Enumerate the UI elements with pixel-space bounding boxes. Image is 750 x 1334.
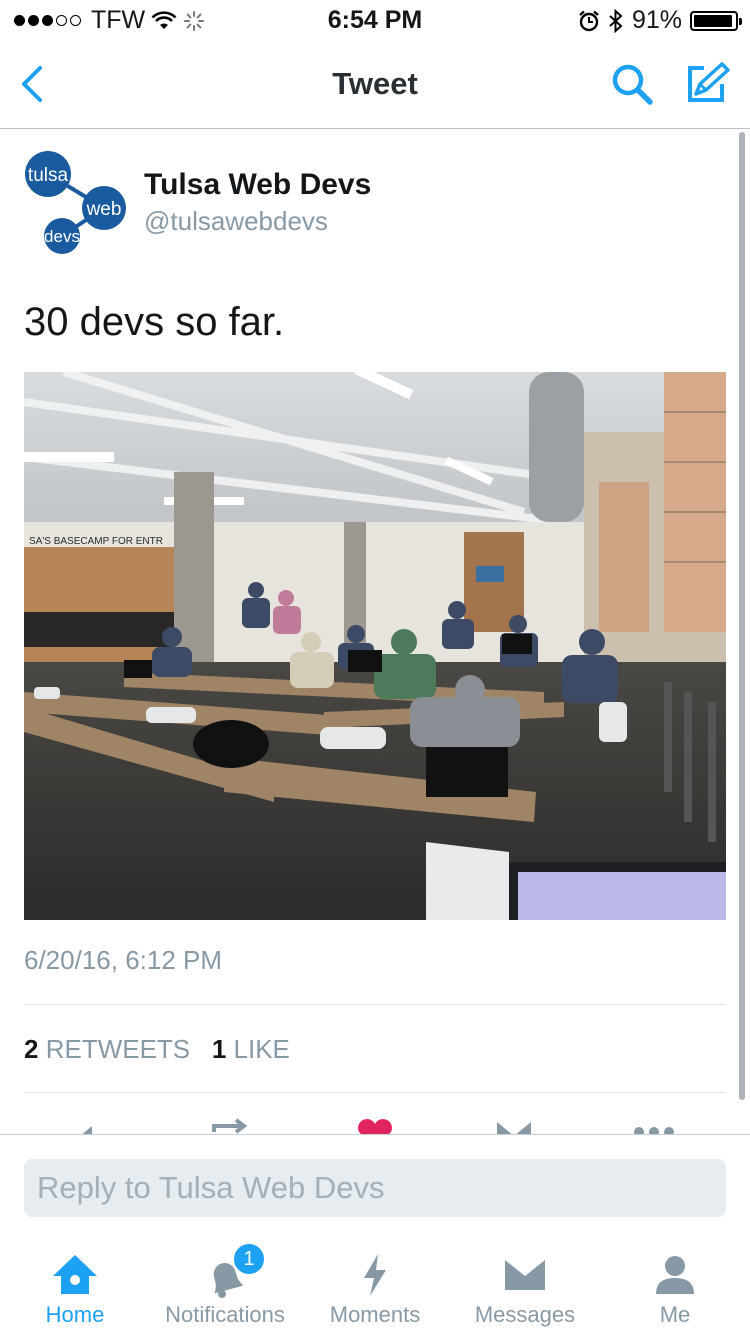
retweet-icon <box>212 1118 248 1134</box>
tab-me[interactable]: Me <box>600 1236 750 1334</box>
divider <box>24 1092 726 1093</box>
likes-count: 1 <box>211 1034 227 1064</box>
author-avatar[interactable]: tulsa web devs <box>24 150 128 254</box>
navigation-bar: Tweet <box>0 40 750 129</box>
tweet-text: 30 devs so far. <box>24 300 285 344</box>
more-button[interactable] <box>632 1118 676 1134</box>
avatar-word-web: web <box>86 199 122 220</box>
tab-moments[interactable]: Moments <box>300 1236 450 1334</box>
heart-icon <box>358 1119 392 1134</box>
retweets-label: RETWEETS <box>45 1034 191 1064</box>
envelope-icon <box>497 1122 531 1134</box>
alarm-icon <box>579 10 599 31</box>
tab-label: Notifications <box>165 1302 285 1327</box>
tweet-photo[interactable]: SA'S BASECAMP FOR ENTR <box>24 372 726 920</box>
battery-icon <box>690 10 742 31</box>
likes-stat[interactable]: 1 LIKE <box>212 1034 290 1064</box>
reply-input[interactable] <box>24 1159 726 1217</box>
reply-arrow-icon <box>82 1126 92 1134</box>
tweet-actions <box>0 1100 750 1134</box>
search-button[interactable] <box>608 60 658 110</box>
photo-wall-sign: SA'S BASECAMP FOR ENTR <box>29 536 163 547</box>
tab-notifications[interactable]: 1 Notifications <box>150 1236 300 1334</box>
status-bar: TFW 6:54 PM 91% <box>0 0 750 40</box>
author-handle[interactable]: @tulsawebdevs <box>144 206 328 237</box>
tweet-timestamp: 6/20/16, 6:12 PM <box>24 945 223 975</box>
scrollbar[interactable] <box>739 132 745 1100</box>
tab-messages[interactable]: Messages <box>450 1236 600 1334</box>
home-icon <box>53 1255 97 1294</box>
envelope-icon <box>505 1260 545 1290</box>
tweet-stats: 2 RETWEETS 1 LIKE <box>24 1034 290 1065</box>
reply-bar <box>0 1134 750 1237</box>
direct-message-button[interactable] <box>494 1118 534 1134</box>
author-name[interactable]: Tulsa Web Devs <box>144 168 371 202</box>
tab-label: Moments <box>329 1302 421 1327</box>
tab-label: Me <box>659 1302 691 1327</box>
avatar-word-devs: devs <box>44 227 80 246</box>
tab-label: Home <box>45 1302 105 1327</box>
avatar-word-tulsa: tulsa <box>28 165 69 186</box>
bluetooth-icon <box>609 8 623 33</box>
person-icon <box>656 1256 694 1294</box>
lightning-icon <box>364 1254 386 1296</box>
reply-box[interactable] <box>24 1159 726 1217</box>
more-dots-icon <box>634 1127 674 1134</box>
meetup-room-photo: SA'S BASECAMP FOR ENTR <box>24 372 726 920</box>
tab-bar: Home 1 Notifications Moments Messages Me <box>0 1236 750 1334</box>
reply-button[interactable] <box>72 1118 112 1134</box>
tab-home[interactable]: Home <box>0 1236 150 1334</box>
tulsa-web-devs-logo: tulsa web devs <box>25 151 126 254</box>
retweets-stat[interactable]: 2 RETWEETS <box>24 1034 190 1064</box>
retweets-count: 2 <box>24 1034 39 1064</box>
battery-percent: 91% <box>631 6 682 34</box>
compose-icon <box>688 62 730 102</box>
like-button[interactable] <box>355 1118 395 1134</box>
compose-button[interactable] <box>682 58 732 108</box>
divider <box>24 1004 726 1005</box>
tab-label: Messages <box>474 1302 576 1327</box>
status-right: 91% <box>578 6 742 35</box>
likes-label: LIKE <box>233 1034 290 1064</box>
notification-badge: 1 <box>232 1242 266 1276</box>
search-icon <box>612 64 653 105</box>
retweet-button[interactable] <box>210 1118 254 1134</box>
